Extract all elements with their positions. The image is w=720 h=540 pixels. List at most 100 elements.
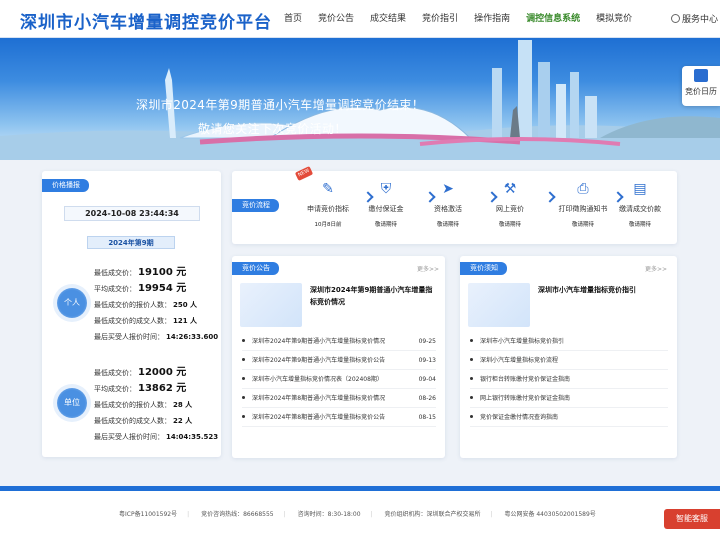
hero-banner: 深圳市2024年第9期普通小汽车增量调控竞价结束！ 敬请您关注下次竞价活动！: [0, 38, 720, 160]
list-item[interactable]: 深圳市2024年第9期普通小汽车增量指标竞价情况 09-25: [242, 332, 436, 351]
step-print-notice[interactable]: ⎙ 打印徵购通知书 敬请期待: [546, 181, 620, 228]
personal-bidders-label: 最低成交价的报价人数：: [94, 301, 171, 309]
company-last-time-label: 最后买受人报价时间：: [94, 433, 164, 441]
footer-divider: |: [283, 511, 286, 518]
price-datetime: 2024-10-08 23:44:34: [64, 206, 200, 221]
footer-org: 竞价组织机构：深圳联合产权交易所: [384, 511, 481, 518]
personal-bidders: 250 人: [173, 301, 198, 309]
nav-info-system[interactable]: 调控信息系统: [518, 0, 588, 38]
guide-list: 深圳市小汽车增量指标竞价指引 深圳小汽车增量指标竞价流程 银行柜台转账缴付竞价保…: [470, 332, 668, 427]
service-center-link[interactable]: 服务中心: [670, 12, 718, 25]
cursor-icon: ➤: [442, 181, 454, 197]
bid-guide-card: 竞价须知 更多>> 深圳市小汽车增量指标竞价指引 深圳市小汽车增量指标竞价指引 …: [460, 256, 677, 458]
process-steps: ✎ 申请竞价指标 10月8日前 ⛨ 缴付保证金 敬请期待 ➤ 资格激活 敬请期待 ⚒ 网上竞价…: [290, 181, 670, 241]
list-item[interactable]: 深圳市小汽车增量指标竞价指引: [470, 332, 668, 351]
guide-feature-title[interactable]: 深圳市小汽车增量指标竞价指引: [538, 284, 668, 296]
personal-min-price-label: 最低成交价：: [94, 269, 136, 277]
list-item[interactable]: 深圳小汽车增量指标竞价流程: [470, 351, 668, 370]
announcement-more-link[interactable]: 更多>>: [417, 264, 439, 273]
personal-avg-price-label: 平均成交价：: [94, 285, 136, 293]
step-print-notice-label: 打印徵购通知书: [558, 205, 608, 213]
list-item-date: 09-04: [418, 376, 436, 383]
footer-icp[interactable]: 粤ICP备11001592号: [119, 511, 177, 518]
step-online-bid-status: 敬请期待: [498, 222, 521, 228]
step-online-bid[interactable]: ⚒ 网上竞价 敬请期待: [480, 181, 540, 228]
nav-manual[interactable]: 操作指南: [466, 0, 518, 38]
step-activate[interactable]: ➤ 资格激活 敬请期待: [418, 181, 478, 228]
new-badge: NEW: [294, 166, 314, 181]
list-item[interactable]: 深圳市小汽车增量指标竞价情况表（202408期） 09-04: [242, 370, 436, 389]
footer-divider: |: [370, 511, 373, 518]
company-avg-price: 13862 元: [138, 383, 187, 394]
company-bidders-label: 最低成交价的报价人数：: [94, 401, 171, 409]
company-badge: 单位: [57, 388, 87, 418]
step-pay-label: 缴清成交价款: [619, 205, 661, 213]
announcement-list: 深圳市2024年第9期普通小汽车增量指标竞价情况 09-25 深圳市2024年第9…: [242, 332, 436, 427]
company-min-price-label: 最低成交价：: [94, 369, 136, 377]
footer-divider: |: [187, 511, 190, 518]
footer-police-record[interactable]: 粤公网安备 44030502001589号: [504, 511, 595, 518]
service-center-label: 服务中心: [681, 15, 718, 25]
nav-guide[interactable]: 竞价指引: [414, 0, 466, 38]
personal-avg-price: 19954 元: [138, 283, 187, 294]
list-item-date: 08-15: [418, 414, 436, 421]
bid-announcement-tag: 竞价公告: [232, 262, 279, 275]
nav-results[interactable]: 成交结果: [362, 0, 414, 38]
bid-process-card: NEW 竞价流程 ✎ 申请竞价指标 10月8日前 ⛨ 缴付保证金 敬请期待 ➤ 资格激活敬…: [232, 166, 677, 244]
personal-last-time: 14:26:33.600: [166, 333, 219, 341]
step-pay[interactable]: ▤ 缴清成交价款 敬请期待: [610, 181, 670, 228]
nav-simulate[interactable]: 模拟竞价: [588, 0, 640, 38]
bid-process-tag: 竞价流程: [232, 199, 279, 212]
banner-subline: 敬请您关注下次竞价活动！: [198, 122, 347, 136]
list-item-date: 08-26: [418, 395, 436, 402]
step-print-notice-status: 敬请期待: [571, 222, 594, 228]
site-title[interactable]: 深圳市小汽车增量调控竞价平台: [20, 8, 272, 33]
company-avg-price-label: 平均成交价：: [94, 385, 136, 393]
list-item[interactable]: 网上银行转账缴付竞价保证金指南: [470, 389, 668, 408]
smart-service-button[interactable]: 智能客服: [664, 509, 720, 529]
list-item[interactable]: 竞价保证金缴付情况查询指南: [470, 408, 668, 427]
personal-winners: 121 人: [173, 317, 198, 325]
footer-hotline: 竞价咨询热线：86668555: [201, 511, 274, 518]
step-apply-label: 申请竞价指标: [307, 205, 349, 213]
step-pay-status: 敬请期待: [628, 222, 651, 228]
footer-info: 粤ICP备11001592号 | 竞价咨询热线：86668555 | 咨询时间：8:…: [119, 509, 606, 518]
footer-hours: 咨询时间：8:30-18:00: [297, 511, 361, 518]
list-item[interactable]: 银行柜台转账缴付竞价保证金指南: [470, 370, 668, 389]
company-price-block: 最低成交价： 12000 元 平均成交价： 13862 元 最低成交价的报价人数： 2…: [94, 365, 218, 445]
company-winners-label: 最低成交价的成交人数：: [94, 417, 171, 425]
bid-calendar-label: 竞价日历: [685, 87, 717, 96]
personal-price-block: 最低成交价： 19100 元 平均成交价： 19954 元 最低成交价的报价人数： 2…: [94, 265, 218, 345]
list-item-title: 深圳市2024年第9期普通小汽车增量指标竞价公告: [252, 357, 386, 364]
personal-badge: 个人: [57, 288, 87, 318]
step-apply[interactable]: ✎ 申请竞价指标 10月8日前: [298, 181, 358, 228]
document-icon: ▤: [633, 181, 647, 197]
list-item-title: 深圳市2024年第9期普通小汽车增量指标竞价情况: [252, 338, 386, 345]
company-winners: 22 人: [173, 417, 193, 425]
step-online-bid-label: 网上竞价: [496, 205, 524, 213]
form-icon: ✎: [322, 181, 334, 197]
step-activate-label: 资格激活: [434, 205, 462, 213]
nav-announcement[interactable]: 竞价公告: [310, 0, 362, 38]
personal-last-time-label: 最后买受人报价时间：: [94, 333, 164, 341]
calendar-icon: [694, 69, 708, 82]
step-deposit-label: 缴付保证金: [368, 205, 404, 213]
user-icon: [670, 14, 680, 23]
list-item[interactable]: 深圳市2024年第8期普通小汽车增量指标竞价公告 08-15: [242, 408, 436, 427]
price-broadcast-card: 价格播报 2024-10-08 23:44:34 2024年第9期 个人 最低成…: [42, 171, 221, 457]
bid-calendar-button[interactable]: 竞价日历: [682, 66, 720, 106]
main-nav: 首页 竞价公告 成交结果 竞价指引 操作指南 调控信息系统 模拟竞价: [276, 0, 640, 38]
announcement-feature-title[interactable]: 深圳市2024年第9期普通小汽车增量指标竞价情况: [310, 284, 438, 308]
bid-guide-tag: 竞价须知: [460, 262, 507, 275]
list-item-date: 09-25: [418, 338, 436, 345]
guide-more-link[interactable]: 更多>>: [645, 264, 667, 273]
company-min-price: 12000 元: [138, 367, 187, 378]
list-item[interactable]: 深圳市2024年第9期普通小汽车增量指标竞价公告 09-13: [242, 351, 436, 370]
list-item-title: 深圳市2024年第8期普通小汽车增量指标竞价公告: [252, 414, 386, 421]
list-item[interactable]: 深圳市2024年第8期普通小汽车增量指标竞价情况 08-26: [242, 389, 436, 408]
company-last-time: 14:04:35.523: [166, 433, 219, 441]
step-apply-status: 10月8日前: [314, 222, 342, 228]
price-broadcast-tag: 价格播报: [42, 179, 89, 192]
step-deposit[interactable]: ⛨ 缴付保证金 敬请期待: [356, 181, 416, 228]
nav-home[interactable]: 首页: [276, 0, 310, 38]
